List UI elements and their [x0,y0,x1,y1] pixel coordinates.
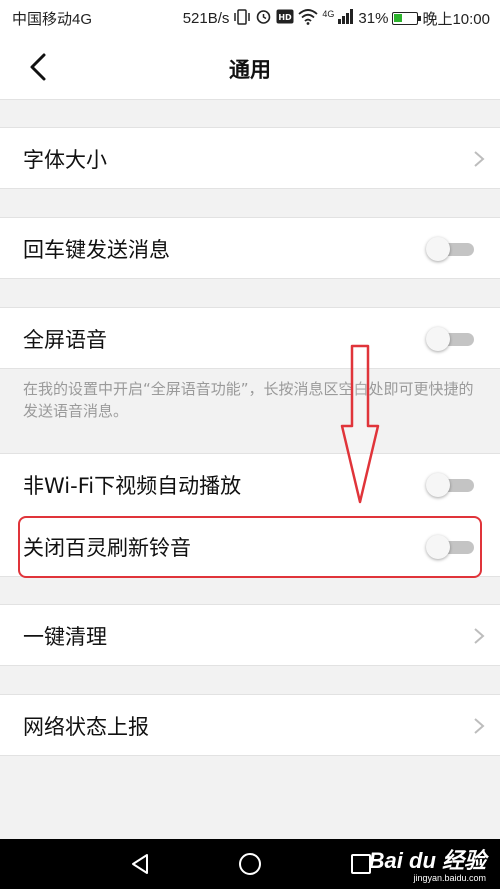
toggle-knob [426,237,450,261]
highlight-box-annotation [18,516,482,578]
alarm-icon [255,8,272,29]
signal-icon [338,9,354,28]
navigation-bar: 通用 [0,34,500,100]
setting-one-click-clean[interactable]: 一键清理 [0,604,500,666]
battery-percent: 31% [358,10,389,27]
svg-text:HD: HD [279,13,293,22]
setting-label: 字体大小 [23,148,107,172]
setting-fullscreen-voice: 全屏语音 [0,307,500,369]
status-indicators: 521B/s HD 4G 31% 晚上10:00 [183,8,490,29]
setting-label: 一键清理 [23,625,107,649]
down-arrow-annotation [340,344,380,504]
network-speed: 521B/s [182,10,230,27]
enter-send-toggle[interactable] [426,237,474,261]
watermark-logo: Bai du 经验 [368,848,486,873]
chevron-right-icon [474,628,485,644]
setting-autoplay-video: 非Wi-Fi下视频自动播放 [0,454,500,516]
setting-label: 回车键发送消息 [23,238,170,262]
clock: 晚上10:00 [422,11,490,28]
setting-label: 非Wi-Fi下视频自动播放 [23,474,242,498]
setting-font-size[interactable]: 字体大小 [0,127,500,189]
fullscreen-voice-hint: 在我的设置中开启“全屏语音功能”，长按消息区空白处即可更快捷的发送语音消息。 [23,380,474,420]
autoplay-video-toggle[interactable] [426,473,474,497]
setting-network-report[interactable]: 网络状态上报 [0,694,500,756]
toggle-knob [426,473,450,497]
battery-icon [392,12,422,25]
home-circle-icon[interactable] [238,852,262,876]
status-bar: 中国移动4G 521B/s HD 4G 31% 晚上10:00 [0,0,500,34]
setting-label: 网络状态上报 [23,715,149,739]
network-type: 4G [322,8,335,19]
system-nav-bar: Bai du 经验 jingyan.baidu.com [0,839,500,889]
setting-label: 全屏语音 [23,328,107,352]
setting-enter-send: 回车键发送消息 [0,217,500,279]
wifi-icon [298,8,319,29]
carrier-label: 中国移动4G [12,11,93,28]
back-triangle-icon[interactable] [128,852,152,876]
baidu-jingyan-watermark: Bai du 经验 jingyan.baidu.com [369,843,486,883]
toggle-knob [426,327,450,351]
vibrate-icon [233,8,251,29]
page-title: 通用 [229,58,271,82]
hd-icon: HD [276,9,294,28]
fullscreen-voice-toggle[interactable] [426,327,474,351]
chevron-right-icon [474,718,485,734]
chevron-right-icon [474,151,485,167]
